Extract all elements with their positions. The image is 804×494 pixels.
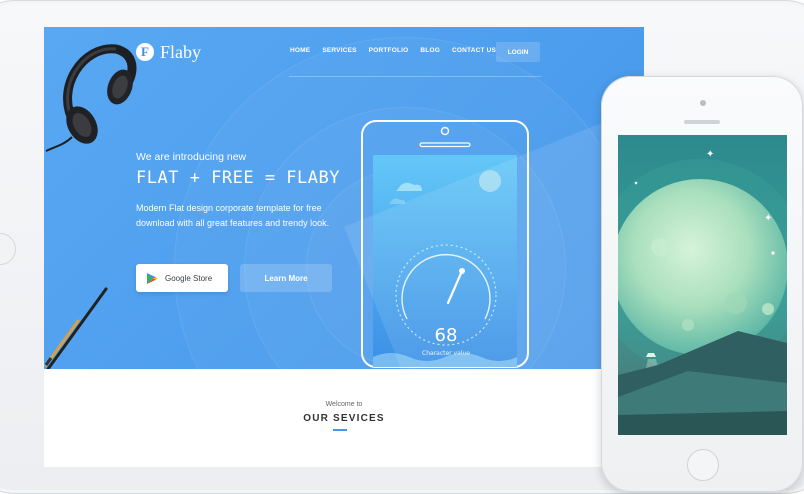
hero-title: FLAT + FREE = FLABY [136, 168, 340, 188]
site-logo[interactable]: F Flaby [136, 41, 201, 63]
iphone-camera [700, 100, 706, 106]
logo-badge: F [136, 43, 154, 61]
nav-home[interactable]: HOME [290, 47, 310, 54]
star-icon: ✦ [706, 149, 714, 160]
learn-more-button[interactable]: Learn More [240, 264, 332, 292]
hero-intro: We are introducing new [136, 151, 247, 163]
main-nav: HOME SERVICES PORTFOLIO BLOG CONTACT US [290, 47, 508, 54]
nav-contact[interactable]: CONTACT US [452, 47, 496, 54]
nav-portfolio[interactable]: PORTFOLIO [369, 47, 409, 54]
nav-services[interactable]: SERVICES [322, 47, 356, 54]
google-store-label: Google Store [165, 273, 213, 283]
pencil-icon [44, 287, 108, 369]
services-welcome: Welcome to [325, 401, 363, 408]
nav-blog[interactable]: BLOG [420, 47, 440, 54]
iphone-device: ✦ ✦ [601, 76, 803, 492]
headphones-icon [45, 44, 137, 152]
tablet-home-button [0, 233, 16, 265]
planet-icon: ✦ ✦ [618, 149, 787, 435]
play-store-icon [147, 272, 158, 284]
logo-text: Flaby [160, 41, 202, 62]
hero-description: Modern Flat design corporate template fo… [136, 203, 330, 228]
google-store-button[interactable]: Google Store [136, 264, 228, 292]
star-icon: ✦ [764, 213, 772, 224]
tablet-screen: F Flaby HOME SERVICES PORTFOLIO BLOG CON… [44, 27, 644, 467]
services-title: OUR SEVICES [303, 413, 385, 424]
iphone-home-button [687, 449, 719, 481]
services-underline [333, 429, 347, 431]
login-button[interactable]: LOGIN [496, 42, 540, 62]
iphone-wallpaper: ✦ ✦ [618, 135, 787, 435]
hero-section: F Flaby HOME SERVICES PORTFOLIO BLOG CON… [44, 27, 644, 369]
nav-divider [289, 76, 541, 77]
iphone-speaker [684, 120, 720, 124]
